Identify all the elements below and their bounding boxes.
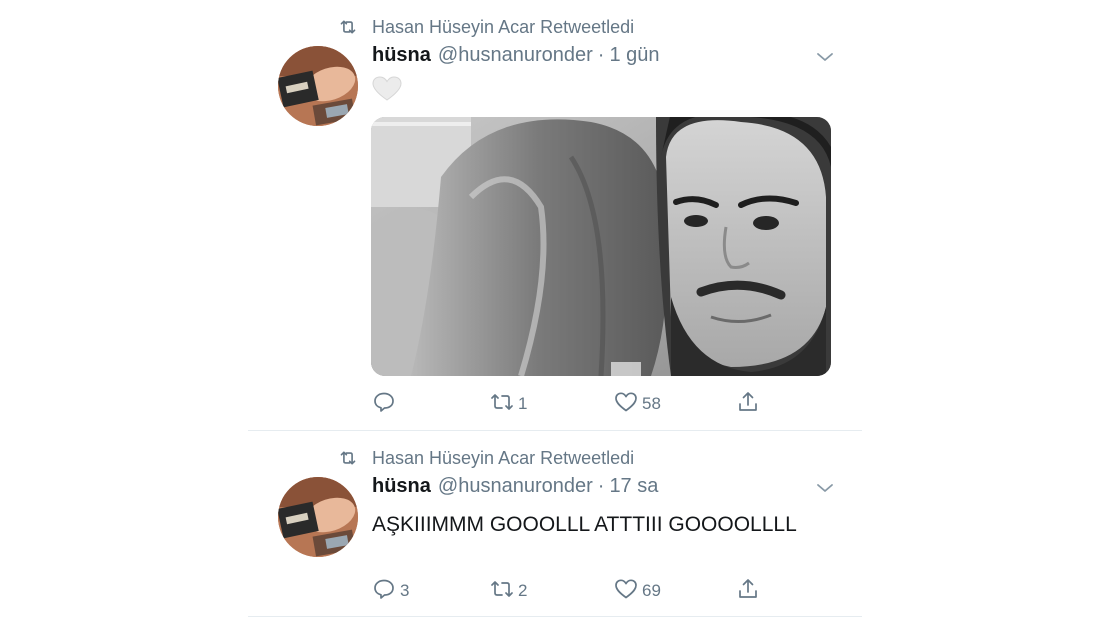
display-name[interactable]: hüsna [372,44,431,67]
tweet-photo[interactable] [371,117,831,376]
retweet-count: 2 [518,581,528,600]
share-icon [736,577,764,606]
display-name[interactable]: hüsna [372,475,431,498]
chevron-down-icon[interactable] [814,481,836,495]
white-heart-icon [372,76,402,102]
retweet-icon [338,17,360,37]
timeline: Hasan Hüseyin Acar Retweetledi hüsna @hu… [248,0,862,625]
avatar[interactable] [278,477,358,557]
tweet-header: hüsna @husnanuronder · 1 gün [372,44,660,70]
like-count: 69 [642,581,661,600]
retweet-count: 1 [518,394,528,413]
retweet-context[interactable]: Hasan Hüseyin Acar Retweetledi [338,448,634,468]
retweet-context[interactable]: Hasan Hüseyin Acar Retweetledi [338,17,634,37]
like-count: 58 [642,394,661,413]
retweet-context-text: Hasan Hüseyin Acar Retweetledi [372,447,635,468]
timestamp[interactable]: 17 sa [609,475,658,498]
user-handle[interactable]: @husnanuronder [438,44,593,67]
retweet-icon [490,390,518,419]
like-button[interactable]: 69 [614,577,661,605]
retweet-button[interactable]: 2 [490,577,527,605]
reply-count: 3 [400,581,410,600]
reply-button[interactable]: 3 [372,577,409,605]
reply-button[interactable] [372,390,400,418]
timestamp[interactable]: 1 gün [609,44,659,67]
separator-dot: · [597,475,605,497]
tweet-header: hüsna @husnanuronder · 17 sa [372,475,658,501]
share-button[interactable] [736,577,764,605]
avatar[interactable] [278,46,358,126]
retweet-icon [338,448,360,468]
tweet-text: AŞKIIIMMM GOOOLLL ATTTIII GOOOOLLLL [372,513,797,536]
tweet-actions: 3 2 69 [372,577,842,605]
reply-icon [372,390,400,419]
reply-icon [372,577,400,606]
share-icon [736,390,764,419]
chevron-down-icon[interactable] [814,50,836,64]
like-button[interactable]: 58 [614,390,661,418]
separator-dot: · [597,44,605,66]
retweet-context-text: Hasan Hüseyin Acar Retweetledi [372,16,635,37]
heart-icon [614,577,642,606]
tweet[interactable]: Hasan Hüseyin Acar Retweetledi hüsna @hu… [248,431,862,617]
retweet-icon [490,577,518,606]
retweet-button[interactable]: 1 [490,390,527,418]
user-handle[interactable]: @husnanuronder [438,475,593,498]
share-button[interactable] [736,390,764,418]
tweet[interactable]: Hasan Hüseyin Acar Retweetledi hüsna @hu… [248,0,862,430]
tweet-actions: 1 58 [372,390,842,418]
tweet-divider [248,616,862,617]
heart-icon [614,390,642,419]
